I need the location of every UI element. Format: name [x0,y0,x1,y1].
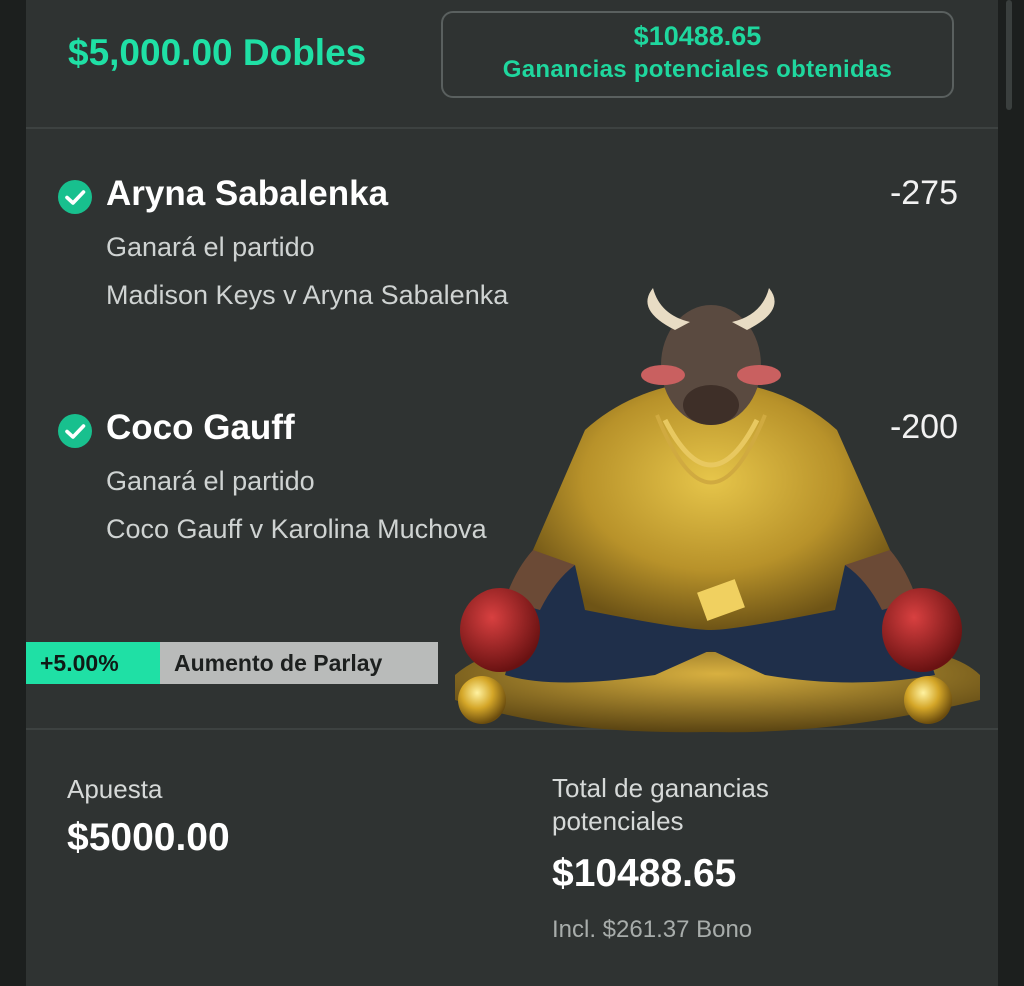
total-winnings-value: $10488.65 [552,852,737,895]
check-circle-icon [58,414,92,448]
bet-header: $5,000.00 Dobles $10488.65 Ganancias pot… [26,0,998,129]
selection-player: Aryna Sabalenka [106,174,389,213]
boost-label: Aumento de Parlay [160,642,438,684]
scrollbar-thumb[interactable] [1006,0,1012,110]
potential-winnings-amount: $10488.65 [633,21,762,51]
bet-receipt-screen: $5,000.00 Dobles $10488.65 Ganancias pot… [0,0,1024,986]
left-margin [0,0,26,986]
bet-summary: Apuesta $5000.00 Total de ganancias pote… [26,728,998,986]
bet-stake-title: $5,000.00 Dobles [68,32,367,73]
selection-market: Ganará el partido [106,232,315,262]
boost-percent: +5.00% [26,642,160,684]
bonus-note: Incl. $261.37 Bono [552,916,753,943]
potential-winnings-caption: Ganancias potenciales obtenidas [502,56,893,83]
stake-label: Apuesta [67,774,163,804]
parlay-boost-badge: +5.00% Aumento de Parlay [26,642,438,684]
selection-market: Ganará el partido [106,466,315,496]
bull-mascot-sticker [455,288,980,733]
selection-odds: -275 [889,174,958,212]
scrollbar[interactable] [998,0,1024,986]
total-winnings-label: Total de ganancias potenciales [552,773,769,836]
check-circle-icon [58,180,92,214]
potential-winnings-box: $10488.65 Ganancias potenciales obtenida… [441,11,954,98]
selection-player: Coco Gauff [106,408,295,447]
stake-value: $5000.00 [67,816,230,859]
selection-event: Coco Gauff v Karolina Muchova [106,514,487,544]
